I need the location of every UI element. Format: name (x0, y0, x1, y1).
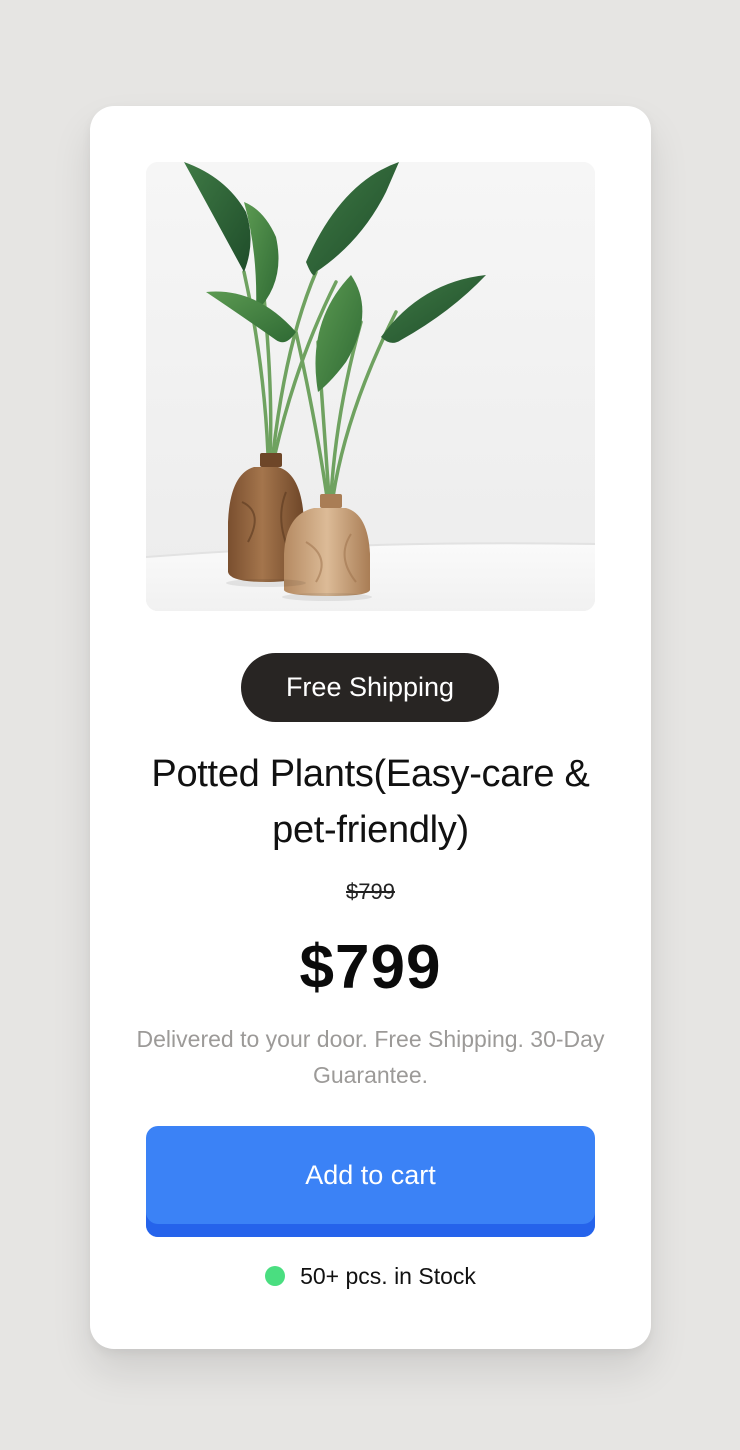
product-card: Free Shipping Potted Plants(Easy-care & … (90, 106, 651, 1349)
add-to-cart-button[interactable]: Add to cart (146, 1126, 595, 1237)
stock-text: 50+ pcs. in Stock (300, 1263, 476, 1289)
stock-status: 50+ pcs. in Stock (90, 1260, 651, 1292)
product-image (146, 162, 595, 611)
in-stock-indicator-icon (265, 1266, 286, 1286)
current-price: $799 (299, 933, 442, 1002)
product-title: Potted Plants(Easy-care & pet-friendly) (151, 753, 590, 851)
free-shipping-badge: Free Shipping (241, 653, 499, 722)
product-description: Delivered to your door. Free Shipping. 3… (136, 1026, 605, 1088)
original-price: $799 (346, 879, 395, 904)
